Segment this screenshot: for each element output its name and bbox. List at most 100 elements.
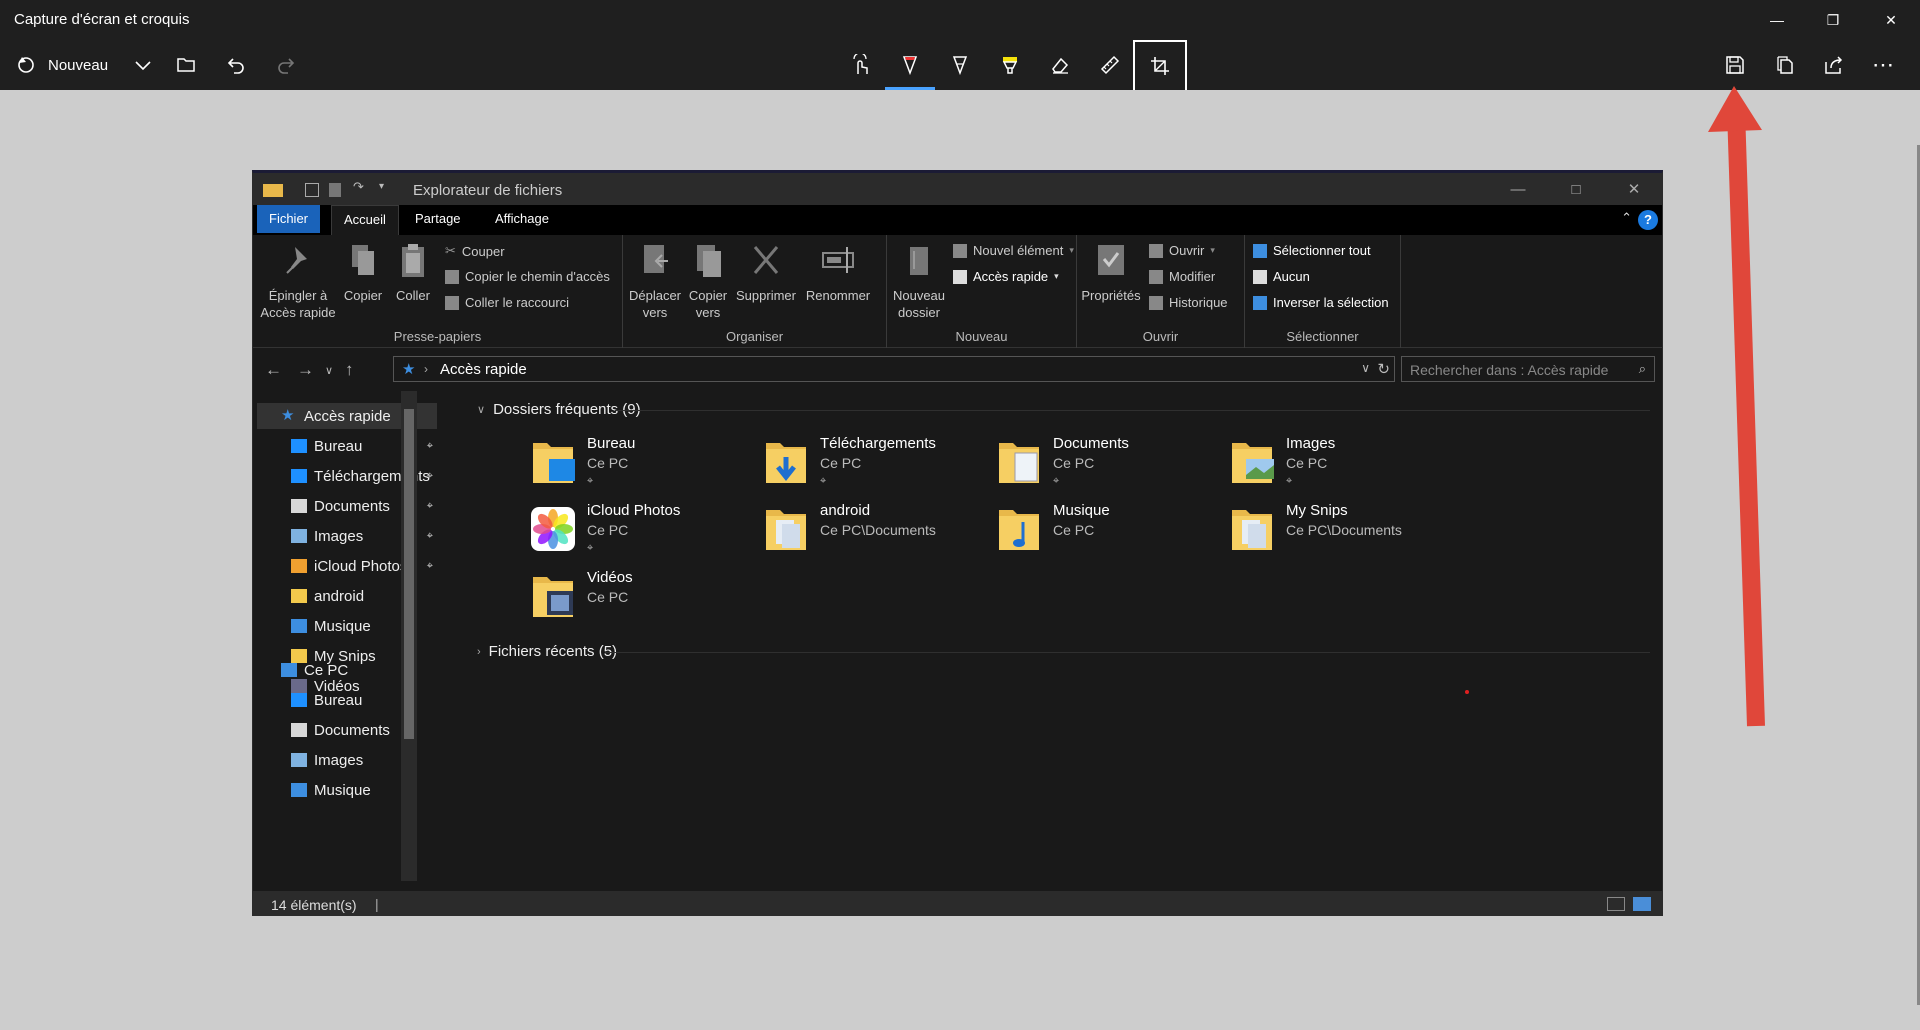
documents-folder-icon	[999, 443, 1039, 483]
ribbon-group-open: Propriétés Ouvrir ▾ Modifier Historique …	[1077, 235, 1245, 348]
select-all-button[interactable]: Sélectionner tout	[1253, 243, 1371, 258]
pin-icon: ⌖	[587, 542, 594, 554]
paste-shortcut-button[interactable]: Coller le raccourci	[445, 295, 569, 310]
new-item-button[interactable]: Nouvel élément ▾	[953, 243, 1074, 258]
crop-icon	[1151, 57, 1169, 75]
tab-accueil[interactable]: Accueil	[331, 205, 399, 235]
folder-tile[interactable]: My Snips Ce PC\Documents	[1224, 498, 1504, 564]
section-divider	[605, 652, 1650, 653]
forward-arrow-icon[interactable]: →	[297, 360, 314, 380]
minimize-button[interactable]: —	[1752, 0, 1802, 40]
recent-locations-chevron-icon[interactable]: ∨	[325, 364, 333, 377]
eraser-button[interactable]	[1042, 45, 1078, 85]
refresh-icon[interactable]: ↻	[1377, 360, 1390, 378]
more-options-button[interactable]: ⋯	[1866, 45, 1902, 85]
explorer-title: Explorateur de fichiers	[413, 182, 563, 199]
rename-button[interactable]: Renommer	[803, 241, 873, 304]
ribbon-collapse-icon[interactable]: ⌃	[1621, 210, 1632, 226]
highlighter-button[interactable]	[992, 45, 1028, 85]
explorer-titlebar: ↷ ▾ Explorateur de fichiers — □ ✕	[253, 173, 1662, 205]
explorer-close-button[interactable]: ✕	[1605, 173, 1662, 205]
pin-quick-access-button[interactable]: Épingler à Accès rapide	[259, 241, 337, 321]
folder-name: iCloud Photos	[587, 502, 681, 519]
new-folder-button[interactable]: Nouveau dossier	[891, 241, 947, 321]
restore-button[interactable]: ❐	[1808, 0, 1858, 40]
edit-button[interactable]: Modifier	[1149, 269, 1215, 284]
new-group-label: Nouveau	[955, 329, 1008, 344]
select-group-label: Sélectionner	[1286, 329, 1359, 344]
new-snip-dropdown[interactable]	[128, 45, 158, 85]
close-button[interactable]: ✕	[1866, 0, 1916, 40]
folder-tile[interactable]: Vidéos Ce PC	[525, 565, 805, 631]
explorer-minimize-button[interactable]: —	[1489, 173, 1547, 205]
crop-button[interactable]	[1133, 40, 1187, 92]
pin-icon: ⌖	[426, 499, 433, 512]
desktop-folder-icon	[533, 443, 575, 483]
address-history-chevron-icon[interactable]: ∨	[1361, 361, 1370, 375]
search-input[interactable]: Rechercher dans : Accès rapide ⌕	[1401, 356, 1655, 382]
folder-name: Vidéos	[587, 569, 633, 586]
new-snip-button[interactable]: Nouveau	[12, 45, 132, 85]
nav-scrollbar-thumb[interactable]	[404, 409, 414, 739]
recent-files-header[interactable]: › Fichiers récents (5)	[477, 643, 617, 660]
delete-button[interactable]: Supprimer	[735, 241, 797, 304]
nav-scrollbar[interactable]	[401, 391, 417, 881]
breadcrumb[interactable]: Accès rapide	[440, 361, 527, 378]
redo-button[interactable]	[270, 45, 302, 85]
cut-button[interactable]: ✂ Couper	[445, 243, 505, 259]
ballpoint-pen-button[interactable]	[892, 45, 928, 85]
up-arrow-icon[interactable]: ↑	[345, 360, 354, 380]
new-item-icon	[953, 243, 967, 258]
invert-selection-button[interactable]: Inverser la sélection	[1253, 295, 1389, 310]
properties-button[interactable]: Propriétés	[1079, 241, 1143, 304]
paste-icon	[402, 244, 424, 277]
annotation-arrow	[1708, 86, 1765, 727]
share-button[interactable]	[1816, 45, 1852, 85]
folder-location: Ce PC\Documents	[1286, 522, 1402, 538]
explorer-maximize-button[interactable]: □	[1547, 173, 1605, 205]
open-file-button[interactable]	[170, 45, 202, 85]
nav-item-label: Bureau	[314, 437, 363, 455]
tab-fichier[interactable]: Fichier	[257, 205, 321, 233]
copy-button[interactable]	[1767, 45, 1803, 85]
pin-icon: ⌖	[426, 559, 433, 572]
tab-partage[interactable]: Partage	[403, 205, 473, 233]
copy-ribbon-button[interactable]: Copier	[341, 241, 385, 304]
folder-tile[interactable]: Images Ce PC ⌖	[1224, 431, 1504, 497]
select-none-button[interactable]: Aucun	[1253, 269, 1310, 284]
back-arrow-icon[interactable]: ←	[265, 360, 282, 380]
history-button[interactable]: Historique	[1149, 295, 1228, 310]
paste-button[interactable]: Coller	[391, 241, 435, 304]
move-to-label-2: vers	[642, 305, 668, 320]
ruler-button[interactable]	[1092, 45, 1128, 85]
move-to-button[interactable]: Déplacer vers	[627, 241, 683, 321]
paste-label: Coller	[396, 288, 430, 303]
clipboard-group-label: Presse-papiers	[393, 329, 482, 344]
save-button[interactable]	[1717, 45, 1753, 85]
folder-location: Ce PC	[1053, 522, 1095, 538]
easy-access-button[interactable]: Accès rapide ▾	[953, 269, 1059, 284]
content-pane: ∨ Dossiers fréquents (9) Bureau Ce PC ⌖ Tél…	[465, 391, 1660, 881]
address-field[interactable]: ★ › Accès rapide ∨ ↻	[393, 356, 1395, 382]
new-folder-qa-icon	[329, 183, 341, 197]
copy-to-button[interactable]: Copier vers	[683, 241, 733, 321]
search-icon: ⌕	[1638, 361, 1646, 376]
folder-icon	[291, 589, 307, 603]
large-icons-view-icon[interactable]	[1633, 897, 1651, 911]
nav-item-label: iCloud Photos	[314, 557, 408, 575]
breadcrumb-chevron-icon: ›	[424, 362, 428, 376]
open-button[interactable]: Ouvrir ▾	[1149, 243, 1215, 258]
status-bar: 14 élément(s) |	[253, 891, 1662, 915]
paste-shortcut-label: Coller le raccourci	[465, 295, 570, 310]
help-icon[interactable]: ?	[1638, 210, 1658, 230]
details-view-icon[interactable]	[1607, 897, 1625, 911]
copy-path-button[interactable]: Copier le chemin d'accès	[445, 269, 610, 284]
chevron-down-icon	[135, 61, 151, 71]
undo-button[interactable]	[220, 45, 252, 85]
touch-writing-button[interactable]	[843, 45, 879, 85]
nav-quick-access-label: Accès rapide	[304, 407, 391, 425]
folder-location: Ce PC	[1053, 455, 1095, 471]
copy-to-icon	[697, 245, 721, 277]
pencil-button[interactable]	[942, 45, 978, 85]
tab-affichage[interactable]: Affichage	[483, 205, 561, 233]
